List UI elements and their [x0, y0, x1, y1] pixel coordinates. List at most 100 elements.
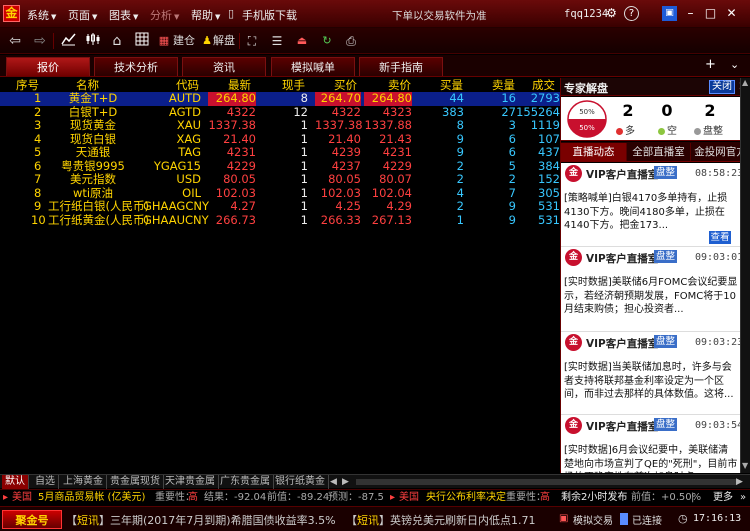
forward-arrow-icon[interactable]: ⇨: [32, 32, 48, 50]
table-row[interactable]: 2 白银T+D AGTD 4322 12 4322 4323 383 27 155264: [0, 105, 560, 120]
menu-chart[interactable]: 图表 ▼: [109, 7, 138, 23]
market-analysis-button[interactable]: 解盘: [212, 32, 236, 50]
market-tab-shanghai-gold[interactable]: 上海黄金: [60, 475, 107, 489]
tab-scroll-end-icon[interactable]: ▶: [736, 475, 743, 489]
more-events-link[interactable]: 更多: [713, 490, 733, 506]
col-code[interactable]: 代码: [176, 78, 199, 92]
table-row[interactable]: 8 wti原油 OIL 102.03 1 102.03 102.04 4 7 305: [0, 186, 560, 201]
tab-live-feed[interactable]: 直播动态: [561, 143, 627, 161]
list-icon[interactable]: ☰: [270, 32, 284, 50]
gear-icon[interactable]: ⚙: [604, 6, 619, 21]
cell-askvol: 3: [508, 118, 516, 132]
home-icon[interactable]: ⌂: [109, 32, 125, 50]
table-row[interactable]: 3 现货黄金 XAU 1337.38 1 1337.38 1337.88 8 3 1119: [0, 118, 560, 133]
cell-name: 现货黄金: [70, 118, 116, 132]
cell-vol: 384: [538, 158, 560, 173]
tab-news[interactable]: 资讯: [182, 57, 266, 76]
cell-bid: 80.05: [328, 172, 361, 186]
close-icon[interactable]: ✕: [724, 6, 739, 21]
kline-chart-icon[interactable]: [84, 32, 100, 50]
sim-trade-icon: ▣: [559, 513, 569, 524]
line-chart-icon[interactable]: [60, 32, 76, 50]
expert-panel-header: 专家解盘 关闭 ✕: [561, 78, 750, 96]
sim-trade-button[interactable]: 模拟交易: [573, 512, 613, 527]
trend-badge: 盘整: [654, 166, 677, 179]
col-bid[interactable]: 买价: [334, 78, 357, 92]
username[interactable]: fqq1234: [564, 8, 608, 20]
scroll-up-icon[interactable]: ▲: [742, 78, 748, 87]
table-row[interactable]: 1 黄金T+D AUTD 264.80 8 264.70 264.80 44 16 2793: [0, 91, 560, 106]
feed-post[interactable]: 金 VIP客户直播室 盘整 09:03:23 [实时数据]当美联储加息时，许多与会者支持…: [561, 332, 741, 415]
feed-post[interactable]: 金 VIP客户直播室 盘整 09:03:01 [实时数据]美联储6月FOMC会议纪要显示…: [561, 247, 741, 332]
tab-beginner-guide[interactable]: 新手指南: [359, 57, 443, 76]
market-tab-watchlist[interactable]: 自选: [32, 475, 59, 489]
horizontal-scrollbar[interactable]: [356, 479, 736, 485]
room-logo-icon: 金: [565, 334, 582, 351]
col-ask-volume[interactable]: 卖量: [492, 78, 515, 92]
tab-scroll-left-icon[interactable]: ◀: [330, 475, 337, 489]
cell-last: 4.27: [230, 199, 256, 213]
help-icon[interactable]: ?: [624, 6, 639, 21]
market-tab-tianjin[interactable]: 天津贵金属: [162, 475, 219, 489]
table-row[interactable]: 10 工行纸黄金(人民币) GHAAUCNY 266.73 1 266.33 267.13 1…: [0, 213, 560, 228]
feed-post[interactable]: 金 VIP客户直播室 盘整 09:03:54 [实时数据]6月会议纪要中，美联储清楚地向…: [561, 415, 741, 473]
table-row[interactable]: 7 美元指数 USD 80.05 1 80.05 80.07 2 2 152: [0, 172, 560, 187]
build-position-button[interactable]: 建仓: [172, 32, 196, 50]
event1-name[interactable]: 5月商品贸易帐 (亿美元): [38, 490, 145, 506]
add-tab-icon[interactable]: +: [705, 57, 716, 72]
bear-label: 空: [658, 122, 677, 137]
news-ticker[interactable]: 【短讯】三年期(2017年7月到期)希腊国债收益率3.5% 【短讯】英镑兑美元刷…: [66, 512, 536, 528]
view-more-button[interactable]: 查看: [709, 231, 731, 244]
alert-bell-icon[interactable]: ⏏: [295, 32, 309, 50]
close-panel-button[interactable]: 关闭: [709, 80, 735, 94]
market-tab-default[interactable]: 默认: [2, 475, 29, 489]
toolbar: ⇦ ⇨ ⌂ ▦ 建仓 ♟ 解盘 ⛶ ☰ ⏏ ↻ ⎙: [0, 28, 750, 54]
col-bid-volume[interactable]: 买量: [440, 78, 463, 92]
table-row[interactable]: 6 粤贵银9995 YGAG15 4229 1 4237 4229 2 5 384: [0, 158, 560, 174]
table-row[interactable]: 4 现货白银 XAG 21.40 1 21.40 21.43 9 6 107: [0, 131, 560, 147]
tab-all-rooms[interactable]: 全部直播室: [627, 143, 691, 161]
menu-page[interactable]: 页面 ▼: [68, 7, 97, 23]
tab-quotes[interactable]: 报价: [6, 57, 90, 76]
post-text: [实时数据]6月会议纪要中，美联储清楚地向市场宣判了QE的"死刑"，目前市场的不…: [564, 445, 738, 473]
back-arrow-icon[interactable]: ⇦: [7, 32, 23, 50]
neutral-label: 盘整: [694, 122, 723, 137]
menu-analysis[interactable]: 分析 ▼: [150, 7, 179, 23]
menu-system[interactable]: 系统 ▼: [27, 7, 56, 23]
main-scrollbar[interactable]: ▲ ▼: [740, 78, 750, 473]
refresh-icon[interactable]: ↻: [320, 32, 334, 50]
event2-name[interactable]: 央行公布利率决定: [426, 490, 506, 506]
col-index[interactable]: 序号: [16, 78, 39, 92]
market-tab-guangdong[interactable]: 广东贵金属: [217, 475, 274, 489]
expand-icon[interactable]: »: [740, 490, 746, 506]
col-name[interactable]: 名称: [76, 78, 99, 92]
room-name: VIP客户直播室: [586, 253, 659, 265]
restore-window-icon[interactable]: ▣: [662, 6, 677, 21]
live-feed: 金 VIP客户直播室 盘整 08:58:23 [策略喊单]白银4170多单持有，止损41…: [561, 163, 741, 473]
market-tab-bank-gold[interactable]: 银行纸黄金: [272, 475, 329, 489]
menu-help[interactable]: 帮助 ▼: [191, 7, 220, 23]
table-row[interactable]: 5 天通银 TAG 4231 1 4239 4231 9 6 437: [0, 145, 560, 160]
minimize-icon[interactable]: –: [683, 6, 698, 21]
col-last-price[interactable]: 最新: [228, 78, 251, 92]
connection-status: 已连接: [632, 516, 662, 527]
table-row[interactable]: 9 工行纸白银(人民币) GHAAGCNY 4.27 1 4.25 4.29 2 9 531: [0, 199, 560, 214]
cell-code: AUTD: [168, 91, 201, 105]
tab-scroll-right-icon[interactable]: ▶: [342, 475, 349, 489]
mobile-download-link[interactable]: 手机版下载: [242, 7, 297, 23]
expand-tabs-icon[interactable]: ⌄: [730, 58, 739, 71]
tab-technical-analysis[interactable]: 技术分析: [94, 57, 178, 76]
col-current-hand[interactable]: 现手: [282, 78, 305, 92]
fullscreen-icon[interactable]: ⛶: [245, 32, 259, 50]
market-tab-spot-metals[interactable]: 贵金属现货: [107, 475, 164, 489]
col-ask[interactable]: 卖价: [388, 78, 411, 92]
scroll-down-icon[interactable]: ▼: [742, 461, 748, 470]
tab-mock-calls[interactable]: 模拟喊单: [271, 57, 355, 76]
feed-post[interactable]: 金 VIP客户直播室 盘整 08:58:23 [策略喊单]白银4170多单持有，止损41…: [561, 163, 741, 247]
neutral-dot-icon: [694, 127, 701, 135]
print-icon[interactable]: ⎙: [344, 32, 358, 50]
cell-code: TAG: [178, 145, 201, 159]
maximize-icon[interactable]: □: [703, 6, 718, 21]
cell-last: 21.40: [223, 131, 256, 146]
grid-icon[interactable]: [134, 32, 150, 50]
